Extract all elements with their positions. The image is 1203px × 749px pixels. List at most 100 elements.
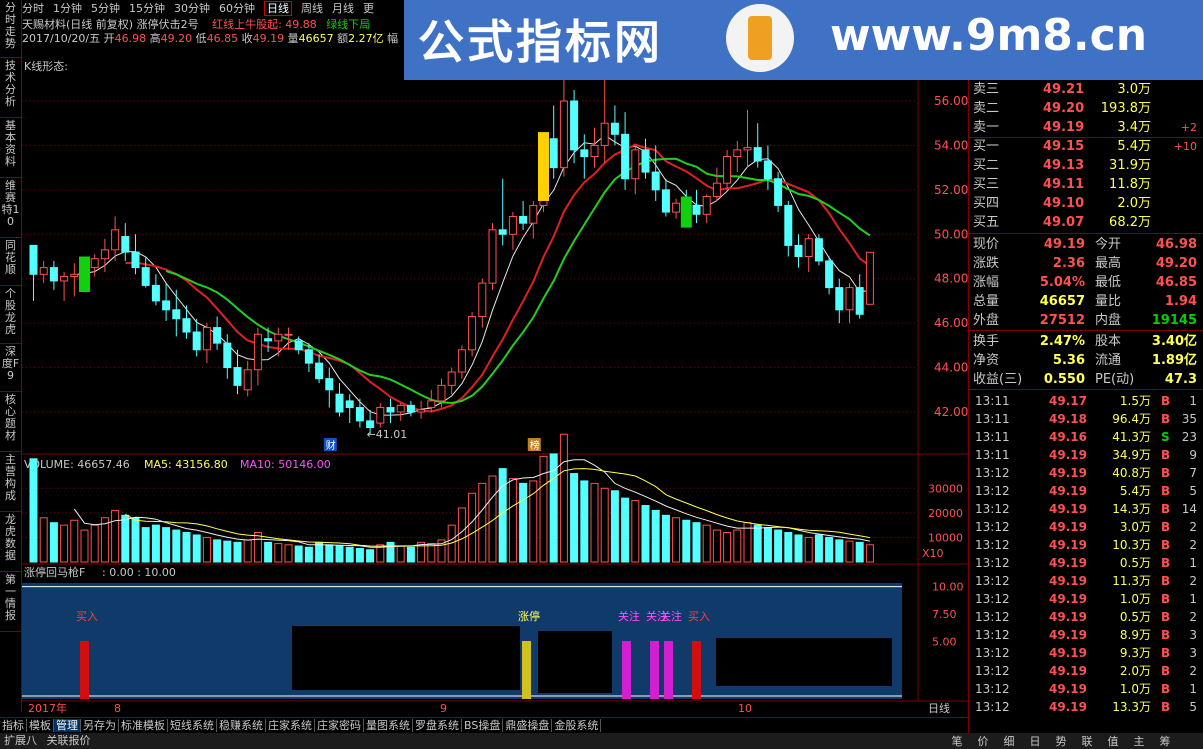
signal-candle bbox=[79, 256, 90, 293]
tick-count: 2 bbox=[1189, 664, 1197, 678]
buy-row: 买一 49.15 5.4万 +10 bbox=[973, 137, 1201, 156]
period-tab-4[interactable]: 30分钟 bbox=[174, 2, 210, 15]
left-tab-6[interactable]: 深度F9 bbox=[0, 344, 21, 392]
indicator-tab-8[interactable]: 庄家密码 bbox=[315, 719, 364, 732]
left-tab-4[interactable]: 同花顺 bbox=[0, 238, 21, 286]
left-tab-7[interactable]: 核心题材 bbox=[0, 392, 21, 452]
volume-bar bbox=[539, 455, 548, 563]
tick-price: 49.17 bbox=[1049, 394, 1087, 408]
period-tab-7[interactable]: 周线 bbox=[301, 2, 323, 15]
tick-volume: 1.0万 bbox=[1119, 682, 1151, 696]
indicator-tab-7[interactable]: 庄家系统 bbox=[266, 719, 315, 732]
buy-delta: +10 bbox=[1173, 140, 1197, 153]
stat-value: 1.89亿 bbox=[1151, 353, 1197, 368]
detail-tab-3[interactable]: 日 bbox=[1022, 733, 1048, 749]
candle bbox=[814, 234, 823, 266]
detail-tab-8[interactable]: 筹 bbox=[1152, 733, 1178, 749]
volume-bar bbox=[213, 539, 222, 563]
volume-bar bbox=[182, 532, 191, 563]
buy-level: 买五 bbox=[973, 215, 1000, 230]
separator bbox=[969, 389, 1203, 390]
sell-delta: +2 bbox=[1180, 121, 1197, 134]
period-tab-6[interactable]: 日线 bbox=[264, 1, 292, 16]
candle bbox=[559, 74, 568, 177]
tick-row: 13:12 49.19 3.0万 B 2 bbox=[973, 518, 1201, 536]
period-tab-1[interactable]: 1分钟 bbox=[53, 2, 82, 15]
tick-volume: 34.9万 bbox=[1112, 448, 1151, 462]
detail-tab-5[interactable]: 联 bbox=[1074, 733, 1100, 749]
detail-tab-7[interactable]: 主 bbox=[1126, 733, 1152, 749]
tick-time: 13:12 bbox=[975, 700, 1010, 714]
candle bbox=[498, 178, 507, 246]
indicator-tab-10[interactable]: 罗盘系统 bbox=[413, 719, 462, 732]
indicator-tab-4[interactable]: 标准模板 bbox=[119, 719, 168, 732]
volume-bar bbox=[468, 492, 477, 563]
indicator-tab-5[interactable]: 短线系统 bbox=[168, 719, 217, 732]
period-tab-0[interactable]: 分时 bbox=[22, 2, 44, 15]
tick-volume: 10.3万 bbox=[1112, 538, 1151, 552]
detail-tab-4[interactable]: 势 bbox=[1048, 733, 1074, 749]
detail-tab-1[interactable]: 价 bbox=[970, 733, 996, 749]
indicator-tab-12[interactable]: 鼎盛操盘 bbox=[503, 719, 553, 732]
volume-bar bbox=[80, 529, 89, 563]
indicator-tab-2[interactable]: 管理 bbox=[54, 719, 81, 732]
price-axis-tick: 54.00 bbox=[934, 138, 968, 152]
indicator-tab-0[interactable]: 指标 bbox=[0, 719, 27, 732]
period-tab-5[interactable]: 60分钟 bbox=[219, 2, 255, 15]
tick-row: 13:12 49.19 40.8万 B 7 bbox=[973, 464, 1201, 482]
candle bbox=[835, 278, 844, 324]
period-tab-3[interactable]: 15分钟 bbox=[129, 2, 165, 15]
period-tab-9[interactable]: 更 bbox=[363, 2, 374, 15]
kline-chart[interactable]: VOLUME: 46657.46 MA5: 43156.80 MA10: 50146… bbox=[22, 46, 968, 716]
indicator-tab-11[interactable]: BS操盘 bbox=[462, 719, 504, 732]
left-tab-8[interactable]: 主营构成 bbox=[0, 452, 21, 512]
left-tab-3[interactable]: 维赛特10 bbox=[0, 178, 21, 238]
left-tab-1[interactable]: 技术分析 bbox=[0, 58, 21, 118]
signal-bar bbox=[664, 641, 673, 699]
info-low-label: 低 bbox=[195, 32, 207, 45]
indicator-tab-13[interactable]: 金股系统 bbox=[552, 719, 602, 732]
tick-row: 13:12 49.19 1.0万 B 1 bbox=[973, 590, 1201, 608]
volume-bar bbox=[825, 536, 834, 563]
indicator-tab-6[interactable]: 稳赚系统 bbox=[217, 719, 266, 732]
stat-value: 3.40亿 bbox=[1151, 334, 1197, 349]
period-tab-8[interactable]: 月线 bbox=[332, 2, 354, 15]
tick-volume: 1.0万 bbox=[1119, 592, 1151, 606]
info-close-label: 收 bbox=[241, 32, 253, 45]
candle bbox=[355, 398, 364, 428]
status-expand[interactable]: 扩展八 bbox=[4, 734, 37, 747]
detail-tab-0[interactable]: 笔 bbox=[944, 733, 970, 749]
candle bbox=[70, 263, 79, 297]
tick-count: 1 bbox=[1189, 556, 1197, 570]
candle bbox=[274, 327, 283, 357]
indicator-values: : 0.00 : 10.00 bbox=[102, 566, 176, 579]
sell-row: 卖二 49.20 193.8万 bbox=[973, 99, 1201, 118]
sell-volume: 3.4万 bbox=[1117, 120, 1151, 135]
left-tab-9[interactable]: 龙虎数据 bbox=[0, 512, 21, 572]
stat-label: PE(动) bbox=[1095, 372, 1135, 387]
indicator-tab-1[interactable]: 模板 bbox=[27, 719, 54, 732]
sell-row: 卖三 49.21 3.0万 bbox=[973, 80, 1201, 99]
period-tab-2[interactable]: 5分钟 bbox=[91, 2, 120, 15]
green-line-label: 绿线下局 bbox=[326, 18, 371, 31]
tick-side: B bbox=[1161, 646, 1171, 660]
detail-tab-6[interactable]: 值 bbox=[1100, 733, 1126, 749]
volume-bar bbox=[610, 490, 619, 563]
left-tab-0[interactable]: 分时走势 bbox=[0, 0, 21, 58]
detail-tab-2[interactable]: 细 bbox=[996, 733, 1022, 749]
left-tab-5[interactable]: 个股龙虎 bbox=[0, 286, 21, 344]
left-tab-2[interactable]: 基本资料 bbox=[0, 118, 21, 178]
indicator-tab-9[interactable]: 量图系统 bbox=[364, 719, 413, 732]
info-high-label: 高 bbox=[149, 32, 161, 45]
volume-bar bbox=[631, 500, 640, 563]
sell-price: 49.21 bbox=[1043, 82, 1085, 97]
watermark-banner: 公式指标网 www.9m8.cn bbox=[404, 0, 1203, 80]
stat-label: 量比 bbox=[1095, 294, 1122, 309]
candle bbox=[29, 244, 38, 301]
left-tab-10[interactable]: 第一情报 bbox=[0, 572, 21, 632]
info-close: 49.19 bbox=[252, 32, 285, 45]
period-label: 日线 bbox=[928, 701, 950, 715]
indicator-tab-3[interactable]: 另存为 bbox=[81, 719, 119, 732]
volume-bar bbox=[519, 482, 528, 563]
status-related-quote[interactable]: 关联报价 bbox=[47, 734, 91, 747]
